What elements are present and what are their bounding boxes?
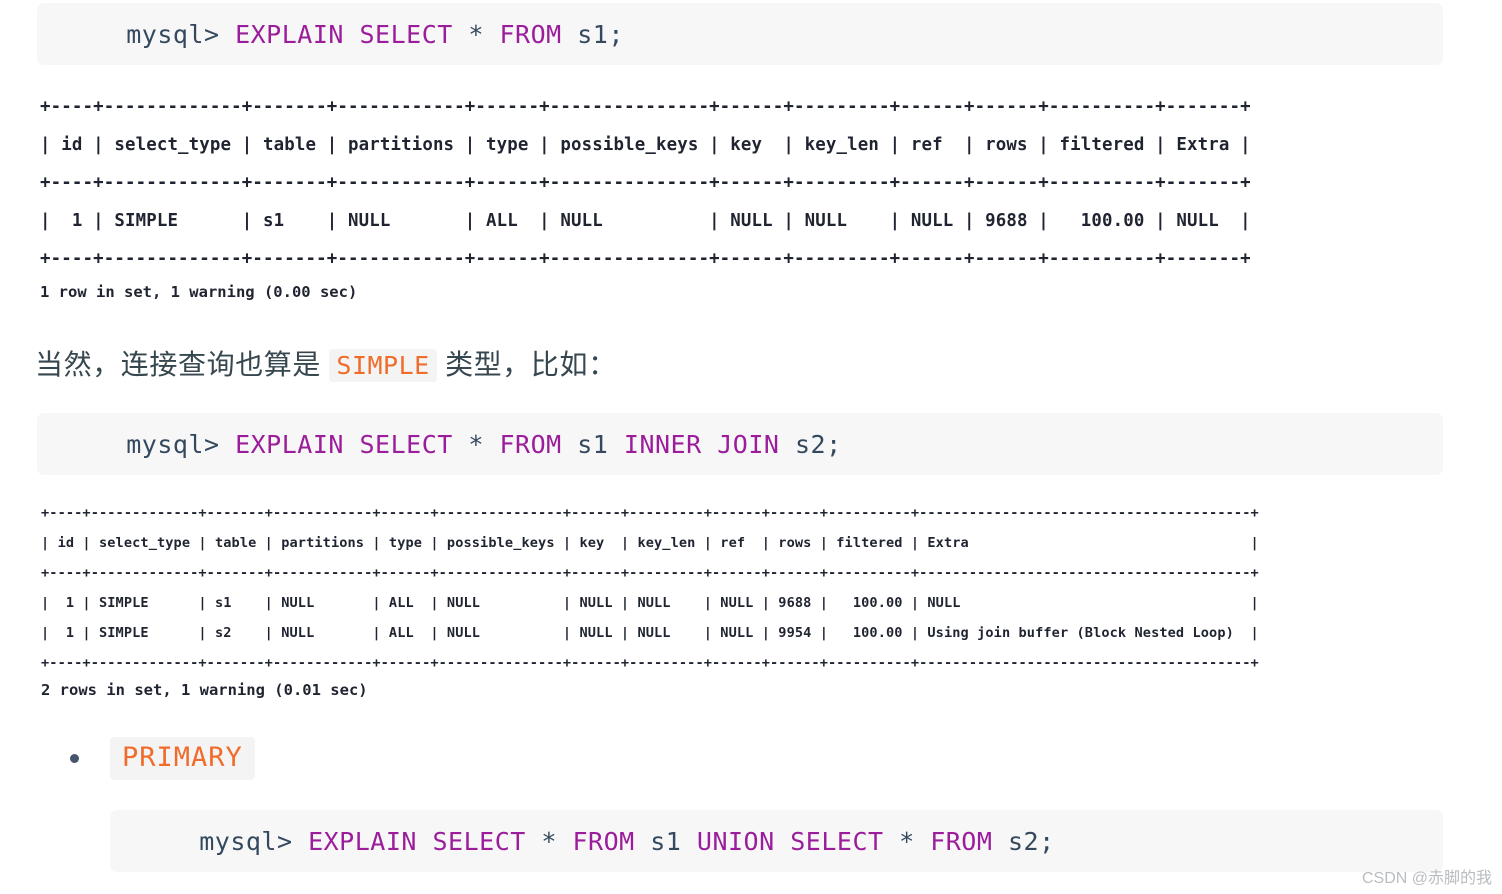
explain-result-table-2: +----+-------------+-------+------------… bbox=[41, 505, 1259, 671]
paragraph-text-after: 类型，比如： bbox=[436, 349, 617, 380]
keyword-select: SELECT bbox=[432, 826, 526, 856]
inline-code-simple: SIMPLE bbox=[329, 349, 437, 382]
list-item-primary: PRIMARY bbox=[70, 737, 255, 780]
keyword-inner: INNER bbox=[623, 429, 702, 459]
code-block-query-3: mysql> EXPLAIN SELECT * FROM s1 UNION SE… bbox=[110, 810, 1443, 872]
star-token: * bbox=[452, 19, 500, 49]
mysql-prompt: mysql> bbox=[199, 826, 309, 856]
code-block-query-1: mysql> EXPLAIN SELECT * FROM s1; bbox=[37, 3, 1443, 65]
sql-query-line-2: mysql> EXPLAIN SELECT * FROM s1 INNER JO… bbox=[64, 401, 842, 488]
code-block-query-2: mysql> EXPLAIN SELECT * FROM s1 INNER JO… bbox=[37, 413, 1443, 475]
keyword-from: FROM bbox=[499, 429, 562, 459]
keyword-select: SELECT bbox=[359, 19, 453, 49]
keyword-explain: EXPLAIN bbox=[308, 826, 417, 856]
keyword-join: JOIN bbox=[717, 429, 780, 459]
result-status-line-2: 2 rows in set, 1 warning (0.01 sec) bbox=[41, 681, 368, 699]
mysql-prompt: mysql> bbox=[126, 19, 236, 49]
result-status-line-1: 1 row in set, 1 warning (0.00 sec) bbox=[40, 283, 358, 301]
table-token-s1: s1 bbox=[634, 826, 697, 856]
star-token: * bbox=[452, 429, 500, 459]
sql-query-line-3: mysql> EXPLAIN SELECT * FROM s1 UNION SE… bbox=[137, 798, 1055, 885]
star-token-2: * bbox=[883, 826, 931, 856]
explain-result-table-1: +----+-------------+-------+------------… bbox=[40, 97, 1251, 269]
bullet-dot-icon bbox=[70, 754, 79, 763]
csdn-watermark: CSDN @赤脚的我 bbox=[1361, 870, 1492, 887]
star-token: * bbox=[525, 826, 573, 856]
sql-query-line-1: mysql> EXPLAIN SELECT * FROM s1; bbox=[64, 0, 624, 78]
keyword-select: SELECT bbox=[359, 429, 453, 459]
paragraph-simple-note: 当然，连接查询也算是 SIMPLE 类型，比如： bbox=[35, 343, 617, 383]
keyword-select-2: SELECT bbox=[790, 826, 884, 856]
paragraph-text-before: 当然，连接查询也算是 bbox=[35, 349, 330, 380]
keyword-from: FROM bbox=[499, 19, 562, 49]
table-token: s1; bbox=[561, 19, 624, 49]
keyword-from-2: FROM bbox=[930, 826, 993, 856]
mysql-prompt: mysql> bbox=[126, 429, 236, 459]
inline-code-primary: PRIMARY bbox=[110, 737, 255, 780]
table-token-s2: s2; bbox=[992, 826, 1055, 856]
table-token-s2: s2; bbox=[779, 429, 842, 459]
table-token-s1: s1 bbox=[561, 429, 624, 459]
keyword-explain: EXPLAIN bbox=[235, 19, 344, 49]
keyword-from: FROM bbox=[572, 826, 635, 856]
keyword-explain: EXPLAIN bbox=[235, 429, 344, 459]
keyword-union: UNION bbox=[696, 826, 775, 856]
